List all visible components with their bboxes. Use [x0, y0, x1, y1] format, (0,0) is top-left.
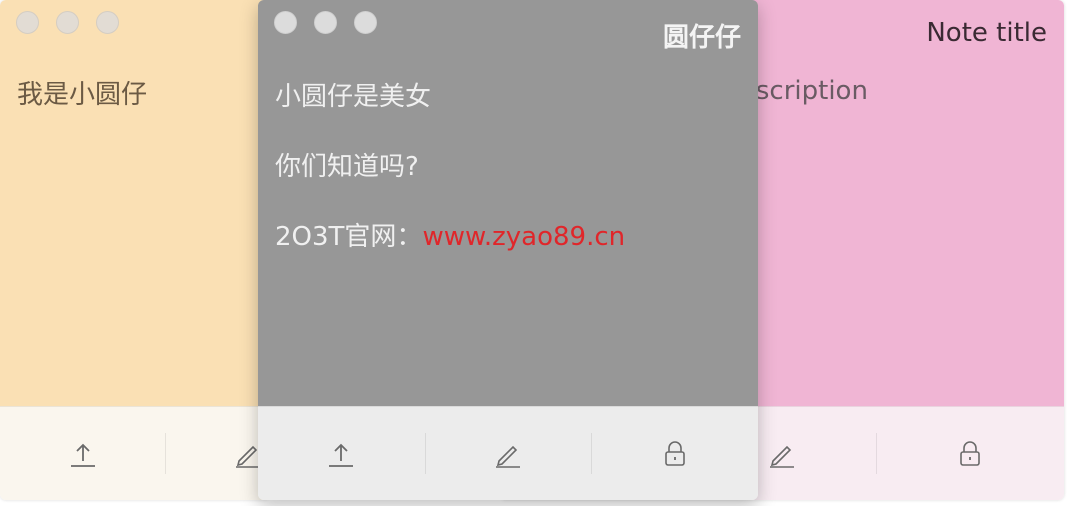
note-window-yellow[interactable]: 我是小圆仔	[0, 0, 270, 500]
lock-icon	[960, 440, 980, 466]
share-button[interactable]	[258, 407, 425, 500]
upload-icon	[70, 443, 95, 467]
site-label: 2O3T官网：	[275, 222, 423, 252]
share-button[interactable]	[0, 407, 165, 500]
note-title[interactable]: 圆仔仔	[663, 17, 741, 54]
edit-button[interactable]	[424, 407, 592, 500]
zoom-button[interactable]	[354, 11, 377, 34]
note-line-2[interactable]: 你们知道吗?	[275, 146, 419, 183]
close-button[interactable]	[16, 11, 39, 34]
lock-icon	[664, 440, 685, 466]
window-controls	[274, 11, 377, 34]
note-content[interactable]: 我是小圆仔	[17, 74, 147, 111]
note-line-3: 2O3T官网：www.zyao89.cn	[275, 216, 625, 253]
window-controls	[16, 11, 119, 34]
note-toolbar	[258, 406, 758, 500]
note-line-1[interactable]: 小圆仔是美女	[275, 76, 431, 113]
site-link[interactable]: www.zyao89.cn	[422, 222, 625, 252]
zoom-button[interactable]	[96, 11, 119, 34]
close-button[interactable]	[274, 11, 297, 34]
minimize-button[interactable]	[56, 11, 79, 34]
lock-button[interactable]	[591, 407, 758, 500]
note-title[interactable]: Note title	[926, 18, 1047, 48]
pencil-icon	[496, 445, 520, 468]
pencil-icon	[770, 445, 794, 468]
lock-button[interactable]	[876, 407, 1064, 500]
note-window-gray[interactable]: 圆仔仔 小圆仔是美女 你们知道吗? 2O3T官网：www.zyao89.cn	[258, 0, 758, 500]
edit-button[interactable]	[165, 407, 270, 500]
note-body[interactable]: 我是小圆仔	[0, 0, 270, 406]
note-toolbar	[0, 406, 270, 500]
note-body[interactable]: 圆仔仔 小圆仔是美女 你们知道吗? 2O3T官网：www.zyao89.cn	[258, 0, 758, 406]
minimize-button[interactable]	[314, 11, 337, 34]
upload-icon	[329, 443, 354, 467]
